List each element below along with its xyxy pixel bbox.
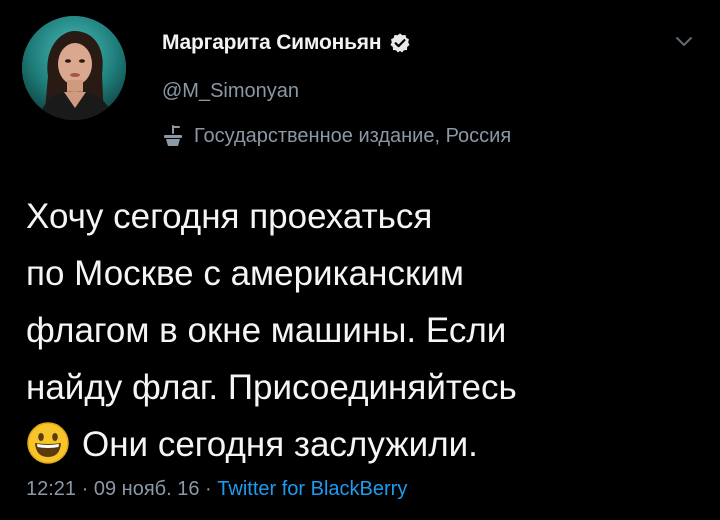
profile-photo-icon: [22, 16, 126, 120]
tweet-meta: 12:21 · 09 нояб. 16 · Twitter for BlackB…: [26, 478, 407, 501]
tweet-text-line: Хочу сегодня проехаться: [26, 197, 433, 236]
state-media-label-text: Государственное издание, Россия: [194, 124, 512, 147]
grinning-face-emoji-icon: [26, 421, 70, 465]
tweet-text-line: найду флаг. Присоединяйтесь: [26, 368, 517, 407]
avatar[interactable]: [22, 16, 126, 120]
tweet-text: Хочу сегодня проехаться по Москве с амер…: [26, 188, 686, 473]
tweet-text-line-last-text: Они сегодня заслужили.: [82, 425, 478, 464]
tweet-text-line: по Москве с американским: [26, 254, 464, 293]
chevron-down-icon[interactable]: [672, 32, 696, 52]
state-media-icon: [164, 125, 182, 146]
tweet-card: Маргарита Симоньян @M_Simonyan Государст…: [0, 0, 720, 520]
tweet-date[interactable]: 09 нояб. 16: [94, 478, 200, 500]
tweet-source-link[interactable]: Twitter for BlackBerry: [217, 478, 407, 500]
meta-separator: ·: [81, 478, 89, 500]
author-handle[interactable]: @M_Simonyan: [162, 80, 299, 103]
tweet-text-line: флагом в окне машины. Если: [26, 311, 507, 350]
tweet-time[interactable]: 12:21: [26, 478, 76, 500]
tweet-text-line-last: Они сегодня заслужили.: [26, 416, 686, 473]
state-media-label[interactable]: Государственное издание, Россия: [162, 122, 511, 150]
author-display-name[interactable]: Маргарита Симоньян: [162, 31, 382, 55]
author-name-row: Маргарита Симоньян: [162, 28, 411, 58]
meta-separator: ·: [205, 478, 212, 500]
verified-badge-icon: [390, 33, 410, 53]
